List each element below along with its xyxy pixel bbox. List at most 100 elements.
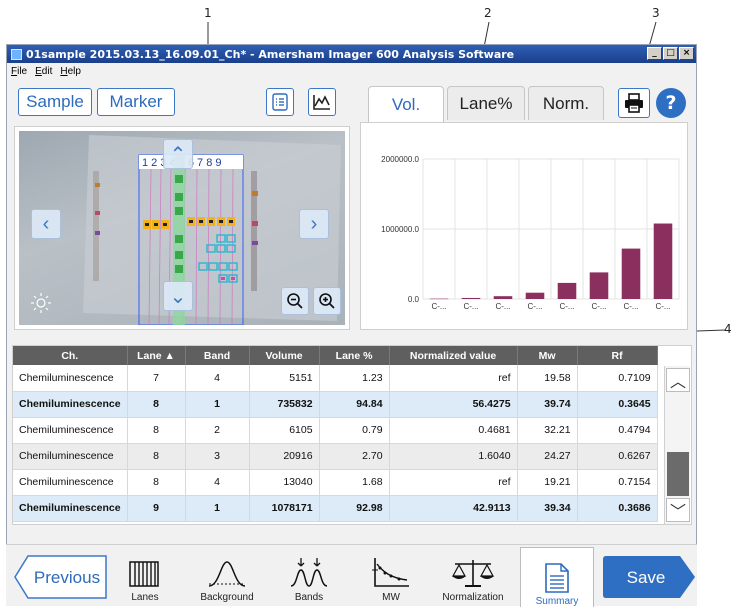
cell-mw: 39.74 — [517, 391, 578, 418]
table-row[interactable]: Chemiluminescence 7 4 5151 1.23 ref 19.58 0.710… — [13, 365, 658, 392]
col-header-band[interactable]: Band — [185, 346, 250, 365]
col-header-rf[interactable]: Rf — [577, 346, 658, 365]
table-row[interactable]: Chemiluminescence 8 2 6105 0.79 0.4681 32.21 0.… — [13, 417, 658, 444]
step-normalization[interactable]: Normalization — [436, 553, 510, 603]
cell-band: 3 — [185, 443, 250, 470]
cell-ch: Chemiluminescence — [13, 391, 128, 418]
cell-volume: 5151 — [249, 365, 320, 392]
cell-norm: 1.6040 — [389, 443, 518, 470]
lanes-icon — [129, 561, 159, 587]
cell-band: 4 — [185, 469, 250, 496]
scroll-thumb[interactable] — [667, 452, 689, 496]
bottom-navigation: Previous Lanes Background Bands MW Norma… — [6, 544, 697, 607]
cell-lane: 8 — [127, 417, 186, 444]
sample-button[interactable]: Sample — [18, 88, 92, 116]
x-tick-label: C-... — [559, 302, 574, 311]
table-row[interactable]: Chemiluminescence 8 3 20916 2.70 1.6040 24.27 0… — [13, 443, 658, 470]
cell-norm: ref — [389, 365, 518, 392]
pan-right-button[interactable]: › — [299, 209, 329, 239]
chart-bar[interactable] — [493, 296, 513, 299]
chart-bar[interactable] — [525, 292, 545, 299]
print-button[interactable] — [618, 88, 650, 118]
cell-lane-pct: 1.68 — [319, 469, 390, 496]
cell-norm: ref — [389, 469, 518, 496]
cell-norm: 0.4681 — [389, 417, 518, 444]
step-lanes[interactable]: Lanes — [108, 553, 182, 603]
previous-button[interactable]: Previous — [14, 555, 108, 599]
previous-label: Previous — [34, 568, 100, 587]
col-header-volume[interactable]: Volume — [249, 346, 320, 365]
col-header-normalized[interactable]: Normalized value — [389, 346, 518, 365]
chart-bar[interactable] — [653, 223, 673, 299]
col-header-mw[interactable]: Mw — [517, 346, 578, 365]
maximize-button[interactable]: □ — [663, 47, 678, 60]
chevron-up-icon: ⌃ — [169, 143, 187, 166]
minimize-button[interactable]: _ — [647, 47, 662, 60]
cell-rf: 0.4794 — [577, 417, 658, 444]
cell-lane: 8 — [127, 443, 186, 470]
menu-help[interactable]: Help — [60, 66, 81, 77]
chevron-right-icon: › — [310, 212, 318, 235]
col-header-lane-pct[interactable]: Lane % — [319, 346, 390, 365]
scroll-up-button[interactable]: ︿ — [666, 368, 690, 392]
tab-norm[interactable]: Norm. — [528, 86, 604, 120]
y-tick-label: 1000000.0 — [381, 225, 419, 234]
chart-bar[interactable] — [461, 297, 481, 299]
zoom-out-button[interactable] — [281, 287, 309, 315]
menu-edit[interactable]: Edit — [35, 66, 52, 77]
cell-rf: 0.3686 — [577, 495, 658, 522]
col-header-ch[interactable]: Ch. — [13, 346, 128, 365]
chart-bar[interactable] — [589, 272, 609, 299]
zoom-in-button[interactable] — [313, 287, 341, 315]
menu-file[interactable]: File — [11, 66, 27, 77]
table-scrollbar[interactable]: ︿ ﹀ — [664, 366, 690, 524]
volume-chart-panel: 2000000.0 1000000.0 0.0 C-... C-... C-... C-..… — [360, 122, 688, 330]
step-summary[interactable]: Summary — [520, 547, 594, 607]
cell-mw: 24.27 — [517, 443, 578, 470]
zoom-out-icon — [287, 293, 303, 309]
step-bands-label: Bands — [294, 592, 324, 603]
pan-up-button[interactable]: ⌃ — [163, 139, 193, 169]
zoom-in-icon — [319, 293, 335, 309]
step-bands[interactable]: Bands — [272, 553, 346, 603]
chart-bar[interactable] — [621, 248, 641, 299]
step-summary-label: Summary — [535, 596, 579, 607]
list-view-button[interactable] — [266, 88, 294, 116]
cell-ch: Chemiluminescence — [13, 443, 128, 470]
chart-view-button[interactable] — [308, 88, 336, 116]
chevron-down-icon: ⌄ — [169, 285, 187, 308]
pan-left-button[interactable]: ‹ — [31, 209, 61, 239]
cell-volume: 1078171 — [249, 495, 320, 522]
brightness-icon[interactable] — [31, 293, 51, 313]
pan-down-button[interactable]: ⌄ — [163, 281, 193, 311]
scroll-down-button[interactable]: ﹀ — [666, 498, 690, 522]
step-mw[interactable]: MW — [354, 553, 428, 603]
x-tick-label: C-... — [623, 302, 638, 311]
chart-bar[interactable] — [429, 298, 449, 300]
gel-image-panel: 1 2 3 4 5 6 7 8 9 — [14, 126, 350, 330]
background-icon — [208, 561, 246, 587]
callout-3: 3 — [652, 6, 660, 20]
gel-image[interactable]: 1 2 3 4 5 6 7 8 9 — [19, 131, 345, 325]
step-background[interactable]: Background — [190, 553, 264, 603]
table-row[interactable]: Chemiluminescence 8 1 735832 94.84 56.4275 39.… — [13, 391, 658, 418]
close-button[interactable]: × — [679, 47, 694, 60]
cell-volume: 20916 — [249, 443, 320, 470]
chart-bar[interactable] — [557, 282, 577, 299]
tab-lane-pct[interactable]: Lane% — [447, 86, 525, 120]
printer-icon — [625, 93, 643, 113]
cell-rf: 0.7109 — [577, 365, 658, 392]
marker-button[interactable]: Marker — [97, 88, 175, 116]
save-label: Save — [627, 568, 666, 587]
cell-band: 4 — [185, 365, 250, 392]
tab-vol[interactable]: Vol. — [368, 86, 444, 122]
col-header-lane[interactable]: Lane ▲ — [127, 346, 186, 365]
volume-chart: 2000000.0 1000000.0 0.0 C-... C-... C-... C-..… — [381, 155, 680, 311]
help-button[interactable]: ? — [656, 88, 686, 118]
table-row[interactable]: Chemiluminescence 8 4 13040 1.68 ref 19.21 0.71… — [13, 469, 658, 496]
menu-bar: File Edit Help — [7, 63, 696, 79]
table-row[interactable]: Chemiluminescence 9 1 1078171 92.98 42.9113 39… — [13, 495, 658, 522]
save-button[interactable]: Save — [602, 555, 696, 599]
cell-lane-pct: 1.23 — [319, 365, 390, 392]
y-tick-label: 2000000.0 — [381, 155, 419, 164]
